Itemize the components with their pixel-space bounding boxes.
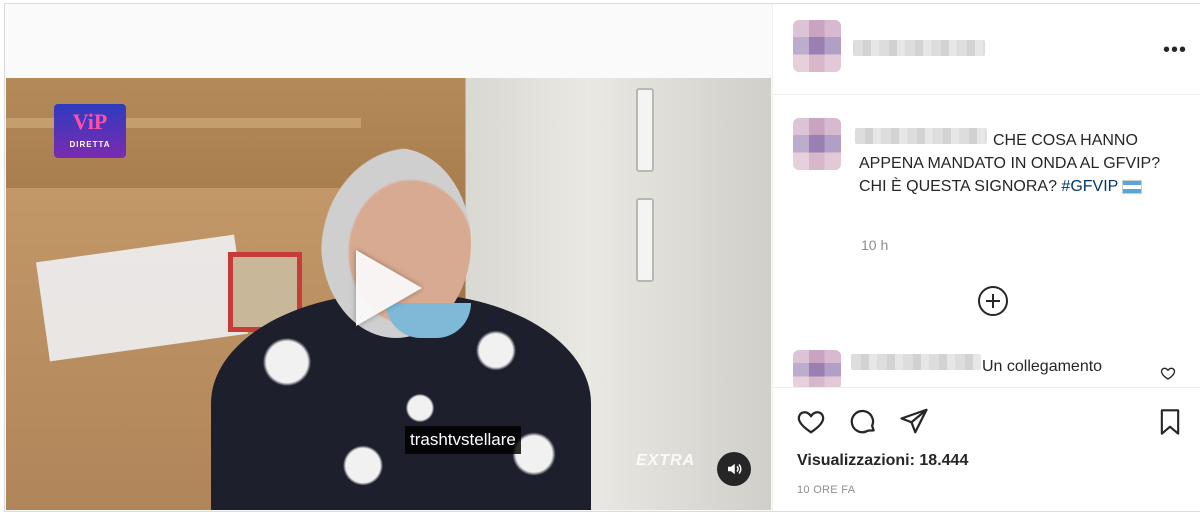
bookmark-icon[interactable] xyxy=(1156,406,1184,443)
gf-vip-logo: ViP DIRETTA xyxy=(54,104,126,158)
caption-time[interactable]: 10 h xyxy=(861,237,888,253)
comment-text: Un collegamento xyxy=(982,358,1103,375)
post-card: ViP DIRETTA trashtvstellare EXTRA ••• CH… xyxy=(4,3,1200,512)
views-count[interactable]: Visualizzazioni: 18.444 xyxy=(797,452,968,470)
speaker-icon[interactable] xyxy=(717,452,751,486)
action-bar: Visualizzazioni: 18.444 10 ORE FA xyxy=(773,387,1200,511)
plus-circle-icon[interactable] xyxy=(978,286,1008,316)
comment-like-heart-icon[interactable] xyxy=(1160,365,1176,386)
username-blurred[interactable] xyxy=(853,40,985,56)
paper-plane-icon[interactable] xyxy=(899,406,929,441)
media-column: ViP DIRETTA trashtvstellare EXTRA xyxy=(5,4,772,511)
comment-avatar[interactable] xyxy=(793,350,841,390)
post-sidebar: ••• CHE COSA HANNO APPENA MANDATO IN OND… xyxy=(772,4,1200,511)
logo-subtext: DIRETTA xyxy=(69,140,111,149)
comment-username-blurred[interactable] xyxy=(851,354,981,370)
video-fridge-handle xyxy=(636,88,654,172)
heart-icon[interactable] xyxy=(795,406,827,441)
broadcaster-logo: EXTRA xyxy=(636,452,696,469)
video-player[interactable]: ViP DIRETTA trashtvstellare EXTRA xyxy=(6,78,771,510)
more-options-button[interactable]: ••• xyxy=(1163,40,1187,60)
play-icon[interactable] xyxy=(356,250,422,326)
post-timestamp[interactable]: 10 ORE FA xyxy=(797,484,855,496)
logo-text: ViP xyxy=(72,109,108,134)
post-header: ••• xyxy=(773,4,1200,95)
post-caption: CHE COSA HANNO APPENA MANDATO IN ONDA AL… xyxy=(859,129,1169,198)
caption-hashtag[interactable]: #GFVIP xyxy=(1061,178,1118,195)
comment-icon[interactable] xyxy=(847,406,879,441)
flag-emoji-icon xyxy=(1122,179,1143,194)
caption-avatar[interactable] xyxy=(793,118,841,170)
video-fridge-handle xyxy=(636,198,654,282)
avatar[interactable] xyxy=(793,20,841,72)
video-watermark: trashtvstellare xyxy=(405,426,521,454)
